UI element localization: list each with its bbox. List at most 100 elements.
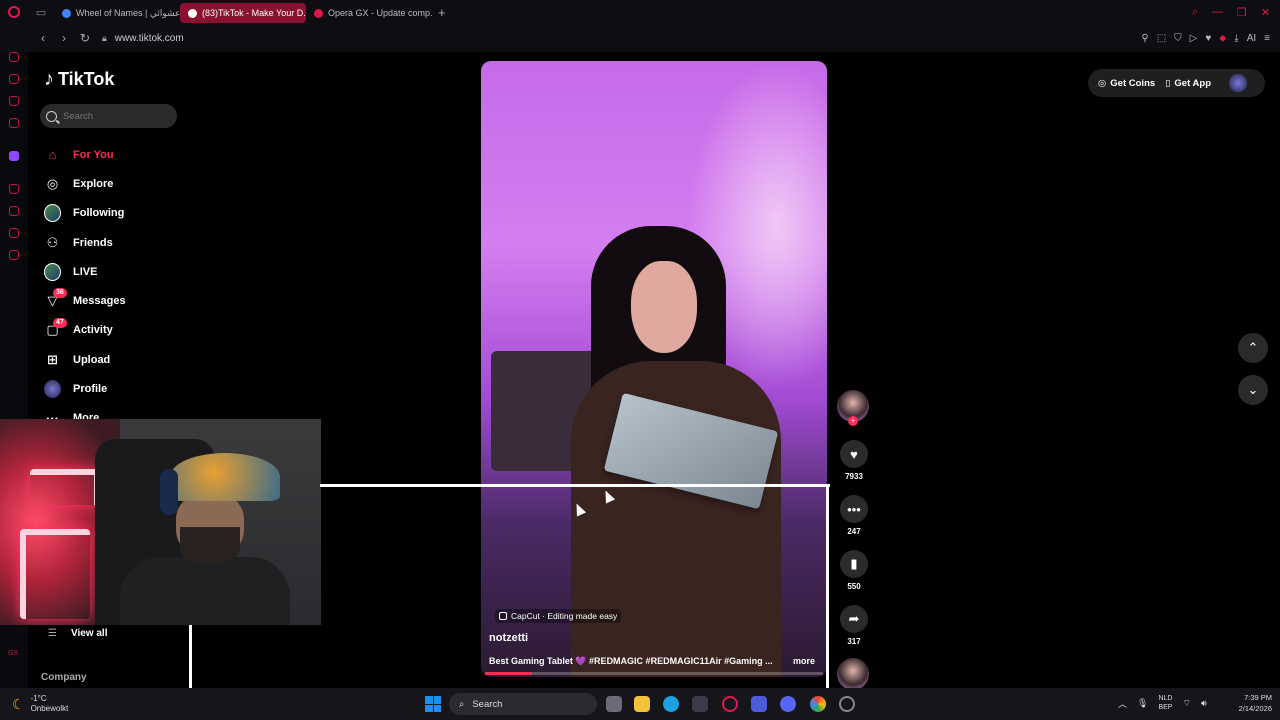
heart-icon[interactable]: ♥: [1205, 33, 1211, 44]
app-icon[interactable]: [751, 696, 767, 712]
gx-corner-icon[interactable]: [9, 52, 19, 62]
bag-icon[interactable]: [9, 74, 19, 84]
messenger-icon[interactable]: [9, 118, 19, 128]
follow-plus-icon[interactable]: +: [848, 416, 858, 426]
file-explorer-icon[interactable]: [634, 696, 650, 712]
gx-control-icon[interactable]: ⬥: [1219, 33, 1226, 44]
discord-icon[interactable]: [9, 96, 19, 106]
taskbar-search[interactable]: ⌕ Search: [449, 693, 597, 715]
tab-overview-icon[interactable]: ▭: [28, 0, 54, 24]
close-icon[interactable]: ✕: [1261, 6, 1270, 19]
sidebar-item-following[interactable]: Following: [40, 199, 190, 228]
heart-icon[interactable]: ♥: [840, 440, 868, 468]
search-tabs-icon[interactable]: ⌕: [1192, 6, 1198, 19]
volume-icon[interactable]: 🔊︎: [1201, 698, 1207, 709]
share-icon[interactable]: ➦: [840, 605, 868, 633]
ai-button[interactable]: AI: [1247, 33, 1256, 44]
get-coins-button[interactable]: ◎ Get Coins: [1098, 78, 1155, 89]
neon-light: [20, 529, 90, 619]
video-progress-fill: [485, 672, 533, 675]
store-icon[interactable]: [692, 696, 708, 712]
user-avatar[interactable]: [1229, 74, 1247, 92]
video-player[interactable]: CapCut · Editing made easy notzetti Best…: [481, 61, 827, 677]
bookmark-icon[interactable]: ⚲: [1141, 33, 1148, 44]
capcut-label: CapCut · Editing made easy: [511, 611, 618, 621]
tab-title: Opera GX - Update comp...: [328, 8, 432, 18]
history-icon[interactable]: [9, 206, 19, 216]
streamer-cap: [170, 453, 280, 501]
sidebar-item-profile[interactable]: Profile: [40, 374, 190, 403]
sidebar-item-label: Messages: [73, 295, 126, 308]
comment-icon[interactable]: •••: [840, 495, 868, 523]
settings-icon[interactable]: [9, 250, 19, 260]
sidebar-item-label: Profile: [73, 383, 108, 396]
view-all-link[interactable]: ☰ View all: [48, 628, 107, 639]
sidebar-item-live[interactable]: LIVE: [40, 257, 190, 286]
video-author[interactable]: notzetti: [489, 632, 528, 644]
back-icon[interactable]: ‹: [34, 31, 52, 45]
tab-opera-gx[interactable]: Opera GX - Update comp...: [306, 3, 432, 23]
sidebar-item-activity[interactable]: ▢ 47 Activity: [40, 316, 190, 345]
tray-chevron-icon[interactable]: ︿: [1118, 697, 1127, 710]
settings-taskbar-icon[interactable]: [839, 696, 855, 712]
tab-tiktok[interactable]: (83)TikTok - Make Your D...: [180, 3, 306, 23]
start-icon[interactable]: [425, 696, 441, 712]
opera-gx-icon[interactable]: [722, 696, 738, 712]
share-action[interactable]: ➦ 317: [837, 605, 871, 646]
tab-wheel-of-names[interactable]: Wheel of Names | عشوائي...: [54, 3, 180, 23]
search-input[interactable]: [63, 110, 173, 122]
bookmark-icon[interactable]: ▮: [840, 550, 868, 578]
discord-taskbar-icon[interactable]: [780, 696, 796, 712]
previous-video-button[interactable]: ⌃: [1238, 333, 1268, 363]
pin-icon[interactable]: [9, 228, 19, 238]
menu-icon[interactable]: ≡: [1264, 33, 1270, 44]
search-icon: ⌕: [459, 698, 465, 710]
sidebar-item-explore[interactable]: ◎ Explore: [40, 169, 190, 198]
neon-light: [30, 469, 100, 505]
creator-avatar[interactable]: +: [837, 390, 869, 426]
get-app-button[interactable]: ▯ Get App: [1165, 78, 1211, 89]
player-icon[interactable]: [9, 184, 19, 194]
sidebar-item-friends[interactable]: ⚇ Friends: [40, 228, 190, 257]
streamer-beard: [180, 527, 240, 563]
twitch-icon[interactable]: [9, 151, 19, 161]
snapshot-icon[interactable]: ⬚: [1157, 33, 1166, 44]
like-action[interactable]: ♥ 7933: [837, 440, 871, 481]
comment-action[interactable]: ••• 247: [837, 495, 871, 536]
sidebar-item-upload[interactable]: ⊞ Upload: [40, 345, 190, 374]
save-action[interactable]: ▮ 550: [837, 550, 871, 591]
clock[interactable]: 7:39 PM 2/14/2026: [1226, 692, 1272, 714]
task-view-icon[interactable]: [606, 696, 622, 712]
url-field[interactable]: www.tiktok.com: [115, 33, 184, 44]
next-video-button[interactable]: ⌄: [1238, 375, 1268, 405]
forward-icon[interactable]: ›: [55, 31, 73, 45]
edge-icon[interactable]: [663, 696, 679, 712]
caption-more-link[interactable]: more: [793, 656, 815, 666]
weather-widget[interactable]: ☾ -1°C Onbewolkt: [0, 694, 190, 714]
new-tab-icon[interactable]: +: [438, 5, 446, 20]
tiktok-logo[interactable]: ♪ TikTok: [44, 68, 114, 91]
shield-icon[interactable]: ⛉: [1174, 33, 1182, 44]
language-indicator[interactable]: NLD BEP: [1158, 694, 1172, 712]
sidebar-item-messages[interactable]: ▽ 36 Messages: [40, 286, 190, 315]
windows-taskbar: ☾ -1°C Onbewolkt ⌕ Search ︿ 🎙︎ NLD BEP ⌔…: [0, 688, 1280, 720]
search-box[interactable]: [40, 104, 177, 128]
video-progress-bar[interactable]: [485, 672, 823, 675]
chrome-icon[interactable]: [810, 696, 826, 712]
opera-menu-icon[interactable]: [0, 0, 28, 24]
wifi-icon[interactable]: ⌔: [1182, 698, 1190, 709]
minimize-icon[interactable]: —: [1212, 6, 1223, 19]
browser-tab-strip: ▭ Wheel of Names | عشوائي... (83)TikTok …: [0, 0, 1280, 24]
capcut-tag[interactable]: CapCut · Editing made easy: [495, 609, 622, 623]
company-heading[interactable]: Company: [41, 672, 87, 683]
microphone-icon[interactable]: 🎙︎: [1137, 698, 1148, 709]
tiktok-wordmark: TikTok: [58, 69, 115, 89]
download-icon[interactable]: ⤓: [1234, 33, 1238, 44]
restore-icon[interactable]: ❐: [1237, 6, 1247, 19]
sidebar-item-for-you[interactable]: ⌂ For You: [40, 140, 190, 169]
reload-icon[interactable]: ↻: [76, 31, 94, 45]
play-icon[interactable]: ▷: [1190, 33, 1198, 44]
messages-badge: 36: [53, 288, 67, 299]
music-avatar[interactable]: [837, 658, 869, 690]
sidebar-item-label: LIVE: [73, 265, 98, 278]
